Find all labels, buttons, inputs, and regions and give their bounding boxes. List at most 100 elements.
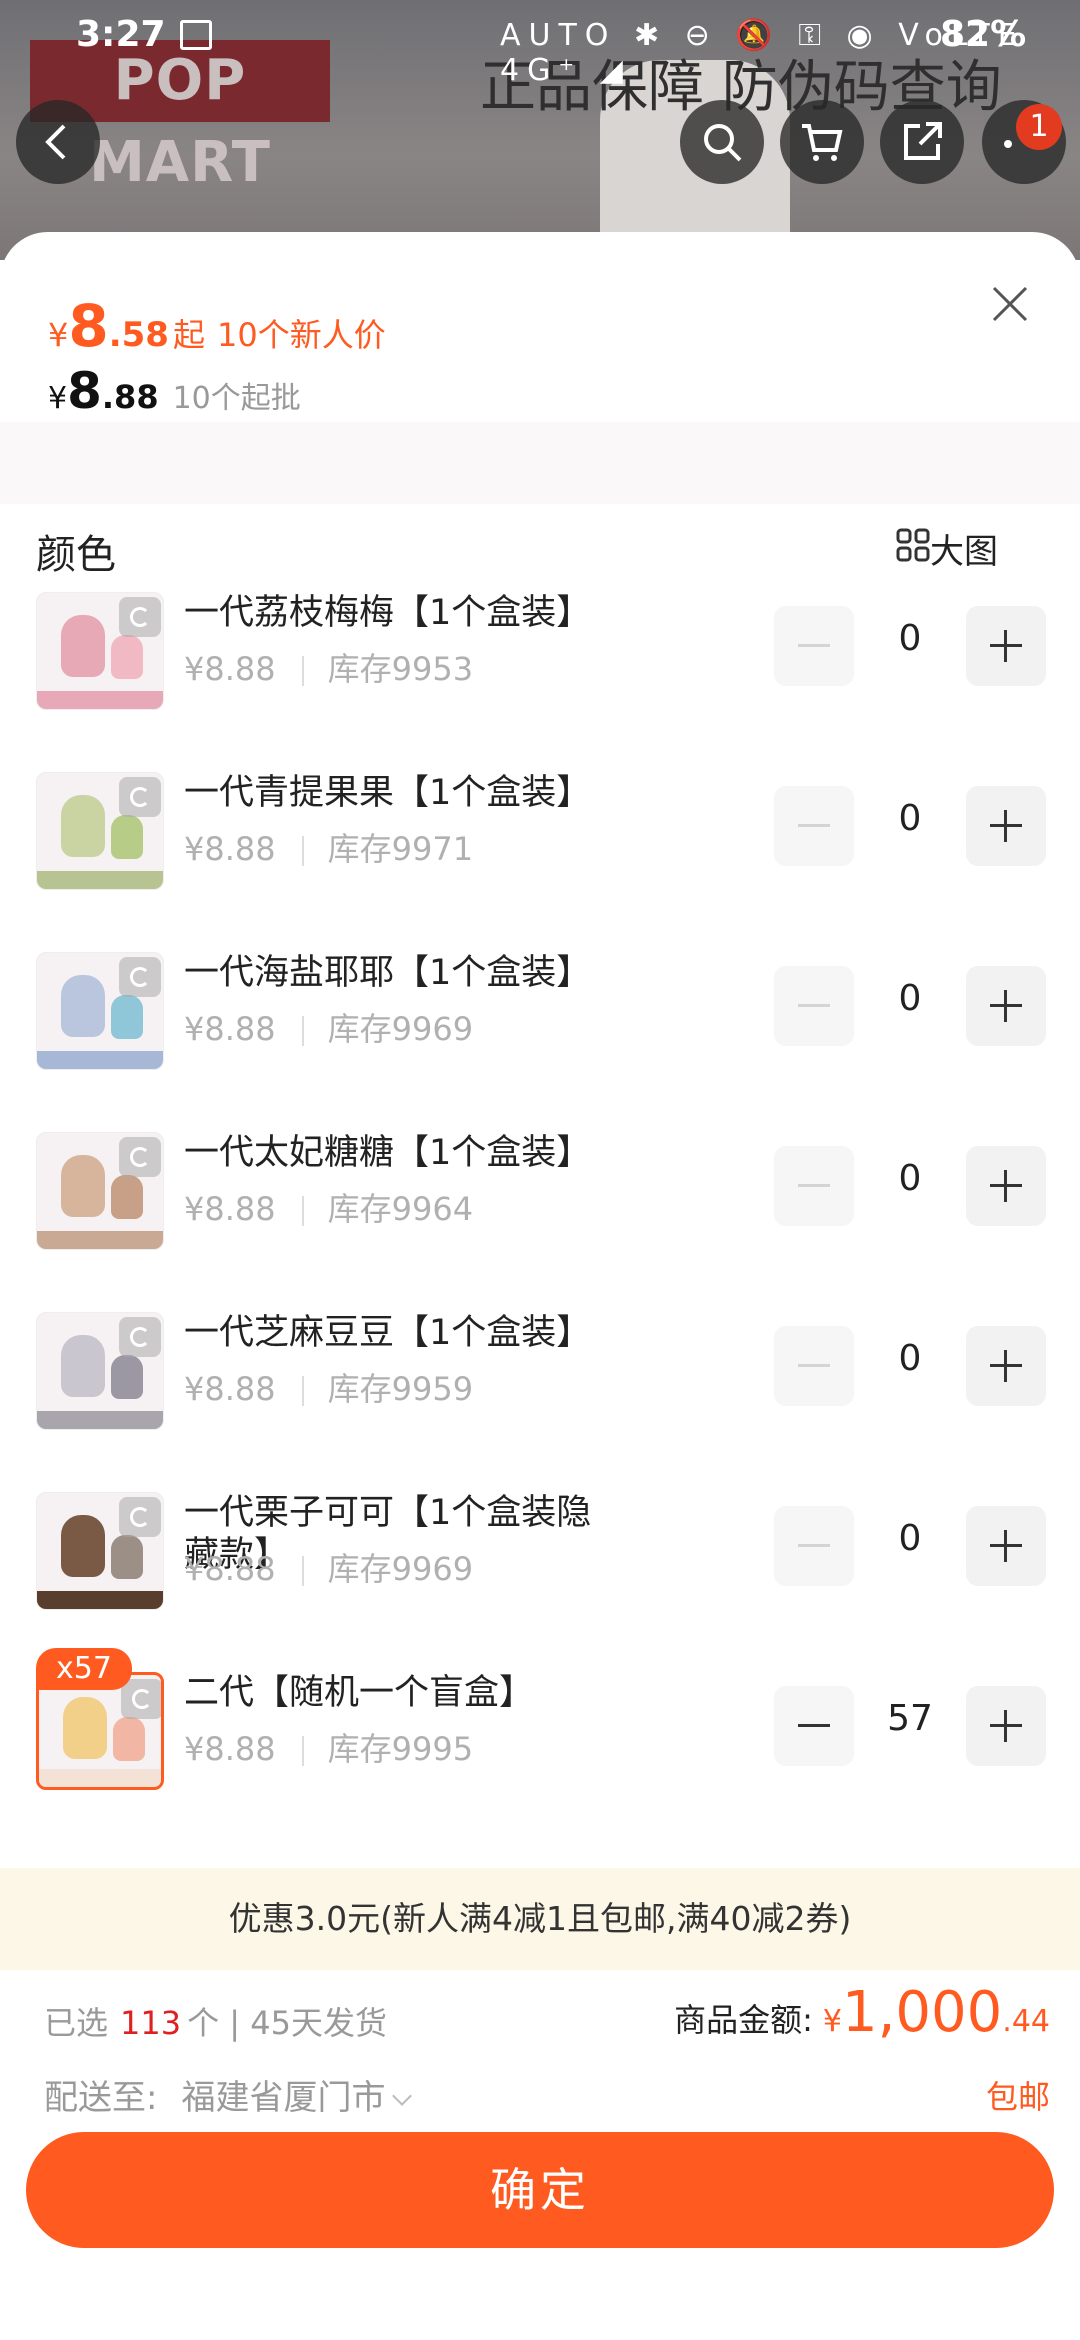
divider <box>301 1736 304 1766</box>
sku-stock: 库存9959 <box>327 1370 474 1408</box>
increase-button[interactable] <box>966 606 1046 686</box>
min-order-tag: 10个起批 <box>172 381 301 416</box>
sku-name: 一代太妃糖糖【1个盒装】 <box>184 1133 592 1173</box>
divider <box>301 1196 304 1226</box>
sku-list[interactable]: 一代荔枝梅梅【1个盒装】 ¥8.88 库存9953 0 一代青提果果【1个盒装】 ¥8.8… <box>0 592 1080 1842</box>
sku-row[interactable]: 一代海盐耶耶【1个盒装】 ¥8.88 库存9969 0 <box>0 952 1080 1082</box>
sku-thumbnail[interactable] <box>36 1132 164 1250</box>
figure-image <box>61 615 105 677</box>
cart-icon <box>802 124 843 161</box>
increase-button[interactable] <box>966 1146 1046 1226</box>
sku-row[interactable]: 一代荔枝梅梅【1个盒装】 ¥8.88 库存9953 0 <box>0 592 1080 722</box>
figure-image <box>111 1355 143 1399</box>
close-icon[interactable] <box>986 280 1034 328</box>
decrease-button[interactable] <box>774 1326 854 1406</box>
zoom-icon[interactable] <box>119 1497 161 1537</box>
figure-image <box>61 1335 105 1397</box>
cart-count-badge: 1 <box>1016 104 1062 150</box>
sku-row[interactable]: 一代太妃糖糖【1个盒装】 ¥8.88 库存9964 0 <box>0 1132 1080 1262</box>
sku-name: 二代【随机一个盲盒】 <box>184 1673 535 1713</box>
sku-name: 一代芝麻豆豆【1个盒装】 <box>184 1313 592 1353</box>
status-bar: 3:27 AUTO ✱ ⊖ 🔕 ⚿ ◉ VoLTE 4G⁺ ◢ 82% <box>0 0 1080 88</box>
figure-image <box>111 635 143 679</box>
sku-thumbnail[interactable] <box>36 1492 164 1610</box>
figure-image <box>61 975 105 1037</box>
zoom-icon[interactable] <box>119 957 161 997</box>
divider <box>301 1556 304 1586</box>
quantity-value[interactable]: 57 <box>860 1698 960 1739</box>
divider <box>301 1376 304 1406</box>
sku-name: 一代海盐耶耶【1个盒装】 <box>184 953 592 993</box>
decrease-button[interactable] <box>774 966 854 1046</box>
decrease-button[interactable] <box>774 606 854 686</box>
sku-stock: 库存9953 <box>327 650 474 688</box>
quantity-value[interactable]: 0 <box>860 798 960 839</box>
figure-image <box>61 795 105 857</box>
figure-image <box>63 1697 107 1759</box>
decrease-button[interactable] <box>774 1506 854 1586</box>
quantity-value[interactable]: 0 <box>860 1338 960 1379</box>
sku-thumbnail[interactable] <box>36 1312 164 1430</box>
sku-thumbnail[interactable] <box>36 592 164 710</box>
sku-meta: ¥8.88 库存9969 <box>184 1544 473 1590</box>
newcomer-price: ¥8.58 起 10个新人价 <box>48 292 386 360</box>
big-image-toggle[interactable]: 大图 <box>930 524 998 573</box>
back-button[interactable] <box>16 100 100 184</box>
share-button[interactable] <box>880 100 964 184</box>
zoom-icon[interactable] <box>119 1317 161 1357</box>
sku-thumbnail[interactable] <box>36 772 164 890</box>
sku-price: ¥8.88 <box>184 650 276 688</box>
zoom-icon[interactable] <box>121 1679 161 1719</box>
quantity-value[interactable]: 0 <box>860 1158 960 1199</box>
sku-stock: 库存9971 <box>327 830 474 868</box>
back-arrow-icon <box>45 124 66 160</box>
sku-thumbnail[interactable] <box>36 952 164 1070</box>
sku-stock: 库存9969 <box>327 1010 474 1048</box>
newcomer-price-tag: 10个新人价 <box>216 316 386 354</box>
divider <box>301 836 304 866</box>
sku-price: ¥8.88 <box>184 830 276 868</box>
zoom-icon[interactable] <box>119 597 161 637</box>
quantity-badge: x57 <box>36 1648 132 1690</box>
sku-price: ¥8.88 <box>184 1190 276 1228</box>
battery-level: 82% <box>940 14 1027 55</box>
sku-meta: ¥8.88 库存9953 <box>184 644 473 690</box>
zoom-icon[interactable] <box>119 1137 161 1177</box>
confirm-button[interactable]: 确定 <box>26 2132 1054 2248</box>
shipping-address[interactable]: 配送至: 福建省厦门市 <box>44 2070 413 2119</box>
quantity-value[interactable]: 0 <box>860 1518 960 1559</box>
sku-row[interactable]: 一代芝麻豆豆【1个盒装】 ¥8.88 库存9959 0 <box>0 1312 1080 1442</box>
sku-stock: 库存9964 <box>327 1190 474 1228</box>
figure-image <box>111 815 143 859</box>
color-section-title: 颜色 <box>36 532 116 578</box>
decrease-button[interactable] <box>774 1146 854 1226</box>
increase-button[interactable] <box>966 1326 1046 1406</box>
zoom-icon[interactable] <box>119 777 161 817</box>
sku-price: ¥8.88 <box>184 1730 276 1768</box>
sku-row[interactable]: 一代栗子可可【1个盒装隐藏款】 ¥8.88 库存9969 0 <box>0 1492 1080 1622</box>
decrease-button[interactable] <box>774 1686 854 1766</box>
sku-row[interactable]: 一代青提果果【1个盒装】 ¥8.88 库存9971 0 <box>0 772 1080 902</box>
sku-price: ¥8.88 <box>184 1550 276 1588</box>
status-time: 3:27 <box>76 14 166 55</box>
figure-image <box>113 1717 145 1761</box>
increase-button[interactable] <box>966 786 1046 866</box>
quantity-value[interactable]: 0 <box>860 978 960 1019</box>
increase-button[interactable] <box>966 1506 1046 1586</box>
search-button[interactable] <box>680 100 764 184</box>
sku-row[interactable]: x57 二代【随机一个盲盒】 ¥8.88 库存9995 57 <box>0 1648 1080 1802</box>
total-amount: 商品金额: ¥1,000.44 <box>674 1980 1050 2045</box>
increase-button[interactable] <box>966 1686 1046 1766</box>
divider <box>301 656 304 686</box>
sku-price: ¥8.88 <box>184 1010 276 1048</box>
selected-count: 113 <box>120 2004 182 2042</box>
divider <box>301 1016 304 1046</box>
sku-meta: ¥8.88 库存9971 <box>184 824 473 870</box>
grid-view-icon[interactable] <box>896 528 930 562</box>
decrease-button[interactable] <box>774 786 854 866</box>
quantity-value[interactable]: 0 <box>860 618 960 659</box>
image-notification-icon <box>180 20 212 50</box>
increase-button[interactable] <box>966 966 1046 1046</box>
cart-button[interactable] <box>780 100 864 184</box>
sku-stock: 库存9969 <box>327 1550 474 1588</box>
